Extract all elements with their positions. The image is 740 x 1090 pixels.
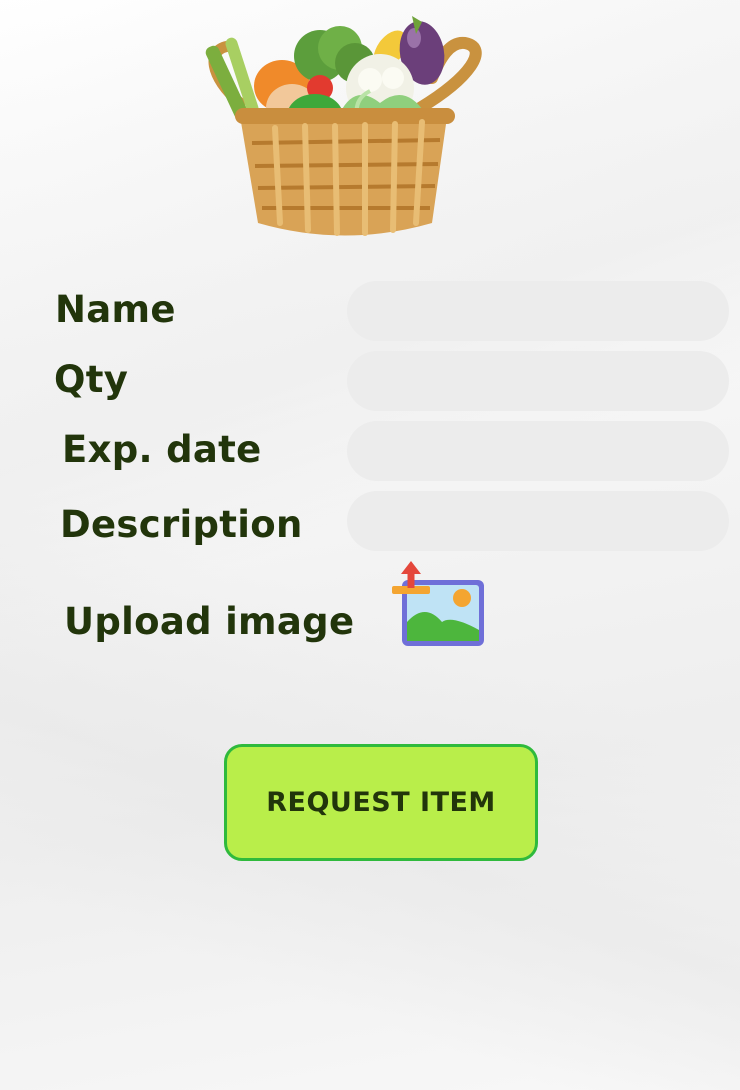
- qty-input[interactable]: [347, 351, 729, 411]
- description-input[interactable]: [347, 491, 729, 551]
- name-input[interactable]: [347, 281, 729, 341]
- image-upload-icon[interactable]: [390, 560, 488, 652]
- request-item-button[interactable]: REQUEST ITEM: [224, 744, 538, 861]
- upload-image-label: Upload image: [64, 600, 355, 643]
- vegetable-basket-illustration: [205, 16, 482, 236]
- description-label: Description: [60, 503, 303, 546]
- qty-label: Qty: [54, 358, 129, 401]
- exp-date-input[interactable]: [347, 421, 729, 481]
- exp-date-label: Exp. date: [62, 428, 262, 471]
- name-label: Name: [55, 288, 176, 331]
